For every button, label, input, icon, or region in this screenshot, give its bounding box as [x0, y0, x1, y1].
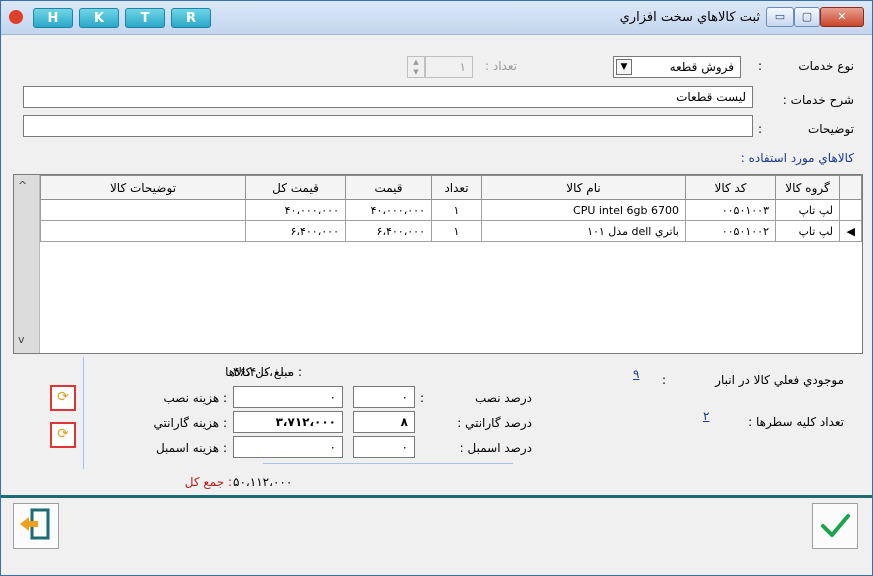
service-type-value: فروش قطعه	[669, 60, 734, 74]
warranty-cost-label: : هزينه گارانتي	[153, 416, 227, 430]
main-window: H K T R ثبت کالاهاي سخت افزاري ▭ ▢ ✕ نوع…	[0, 0, 873, 576]
stock-colon: :	[661, 373, 666, 387]
assembly-cost-label: : هزينه اسمبل	[155, 441, 227, 455]
bottom-separator	[1, 495, 872, 498]
h-button[interactable]: H	[33, 8, 73, 28]
scroll-up-icon[interactable]: ^	[18, 179, 27, 192]
dropdown-icon[interactable]: ▼	[616, 59, 632, 75]
service-type-colon: :	[757, 59, 762, 73]
assembly-pct-field[interactable]: ٠	[353, 436, 415, 458]
col-header-count[interactable]: تعداد	[431, 175, 482, 200]
notes-field[interactable]	[23, 115, 753, 137]
cell-group[interactable]: لپ تاپ	[775, 220, 840, 242]
col-header-name[interactable]: نام کالا	[481, 175, 686, 200]
cell-count[interactable]: ١	[431, 199, 482, 221]
exit-button[interactable]	[13, 503, 59, 549]
row-marker-header	[839, 175, 862, 200]
exit-icon	[20, 508, 50, 540]
refresh-warranty-button[interactable]: ⟳	[50, 422, 76, 448]
cell-code[interactable]: ٠٠۵٠١٠٠٣	[685, 199, 776, 221]
app-icon	[9, 10, 23, 24]
service-desc-label: شرح خدمات :	[782, 93, 854, 107]
notes-colon: :	[757, 122, 762, 136]
cell-desc[interactable]	[40, 199, 246, 221]
service-desc-field[interactable]: ليست قطعات	[23, 86, 753, 108]
grid-scrollbar[interactable]: ^ v	[14, 175, 40, 353]
col-header-code[interactable]: کد کالا	[685, 175, 776, 200]
goods-section-title: کالاهاي مورد استفاده :	[740, 151, 854, 165]
cell-name[interactable]: CPU intel 6gb 6700	[481, 199, 686, 221]
count-spinner[interactable]: ▲ ▼	[407, 56, 425, 78]
refresh-install-button[interactable]: ⟳	[50, 385, 76, 411]
cell-code[interactable]: ٠٠۵٠١٠٠٢	[685, 220, 776, 242]
row-count-value: ٢	[703, 409, 710, 423]
scroll-down-icon[interactable]: v	[18, 333, 25, 346]
minimize-button[interactable]: ▭	[766, 7, 794, 27]
cell-name[interactable]: باتري dell مدل ١٠١	[481, 220, 686, 242]
install-cost-field[interactable]: ٠	[233, 386, 343, 408]
divider-line	[263, 463, 513, 464]
checkmark-icon	[821, 514, 850, 537]
install-pct-colon: :	[419, 391, 424, 405]
grand-total-label: : جمع کل	[184, 475, 232, 489]
row-marker: ◀	[839, 220, 862, 242]
close-button[interactable]: ✕	[820, 7, 864, 27]
service-type-label: نوع خدمات	[798, 59, 854, 73]
install-pct-field[interactable]: ٠	[353, 386, 415, 408]
cell-group[interactable]: لپ تاپ	[775, 199, 840, 221]
cell-price[interactable]: ۴٠،٠٠٠،٠٠٠	[345, 199, 432, 221]
refresh-icon: ⟳	[57, 426, 69, 442]
ok-button[interactable]	[812, 503, 858, 549]
table-row[interactable]: لپ تاپ ٠٠۵٠١٠٠٣ CPU intel 6gb 6700 ١ ۴٠،…	[40, 199, 862, 221]
stock-label: موجودي فعلي کالا در انبار	[715, 373, 844, 387]
count-field[interactable]: ١	[425, 56, 473, 78]
warranty-pct-label: درصد گارانتي :	[457, 416, 532, 430]
assembly-cost-field[interactable]: ٠	[233, 436, 343, 458]
t-button[interactable]: T	[125, 8, 165, 28]
row-pointer-icon: ◀	[846, 224, 855, 238]
row-marker	[839, 199, 862, 221]
window-title: ثبت کالاهاي سخت افزاري	[619, 10, 760, 25]
warranty-cost-field[interactable]: ٣،٧١٢،٠٠٠	[233, 411, 343, 433]
r-button[interactable]: R	[171, 8, 211, 28]
install-pct-label: درصد نصب	[475, 391, 532, 405]
goods-table: گروه کالا کد کالا نام کالا تعداد قيمت قي…	[40, 175, 862, 242]
stock-value: ٩	[633, 367, 640, 381]
k-button[interactable]: K	[79, 8, 119, 28]
title-bar: H K T R ثبت کالاهاي سخت افزاري ▭ ▢ ✕	[1, 1, 872, 35]
service-type-select[interactable]: فروش قطعه ▼	[613, 56, 741, 78]
install-cost-label: : هزينه نصب	[163, 391, 227, 405]
col-header-price[interactable]: قيمت	[345, 175, 432, 200]
cell-total[interactable]: ۶،۴٠٠،٠٠٠	[245, 220, 346, 242]
col-header-total[interactable]: قيمت کل	[245, 175, 346, 200]
table-header-row: گروه کالا کد کالا نام کالا تعداد قيمت قي…	[40, 175, 862, 200]
cell-price[interactable]: ۶،۴٠٠،٠٠٠	[345, 220, 432, 242]
vertical-divider	[83, 357, 84, 469]
count-label: تعداد :	[485, 59, 517, 73]
assembly-pct-label: درصد اسمبل :	[459, 441, 532, 455]
maximize-button[interactable]: ▢	[794, 7, 820, 27]
goods-grid[interactable]: ^ v گروه کالا کد کالا نام کالا تعداد قيم…	[13, 174, 863, 354]
cell-desc[interactable]	[40, 220, 246, 242]
table-row[interactable]: ◀ لپ تاپ ٠٠۵٠١٠٠٢ باتري dell مدل ١٠١ ١ ۶…	[40, 220, 862, 242]
col-header-desc[interactable]: توضيحات کالا	[40, 175, 246, 200]
row-count-label: تعداد کليه سطرها :	[748, 415, 844, 429]
col-header-group[interactable]: گروه کالا	[775, 175, 840, 200]
grand-total-value: ۵٠،١١٢،٠٠٠	[233, 475, 293, 489]
cell-total[interactable]: ۴٠،٠٠٠،٠٠٠	[245, 199, 346, 221]
notes-label: توضيحات	[807, 122, 854, 136]
refresh-icon: ⟳	[57, 389, 69, 405]
total-goods-value: ۴۶،۴٠٠،٠٠٠	[233, 365, 293, 379]
warranty-pct-field[interactable]: ٨	[353, 411, 415, 433]
cell-count[interactable]: ١	[431, 220, 482, 242]
